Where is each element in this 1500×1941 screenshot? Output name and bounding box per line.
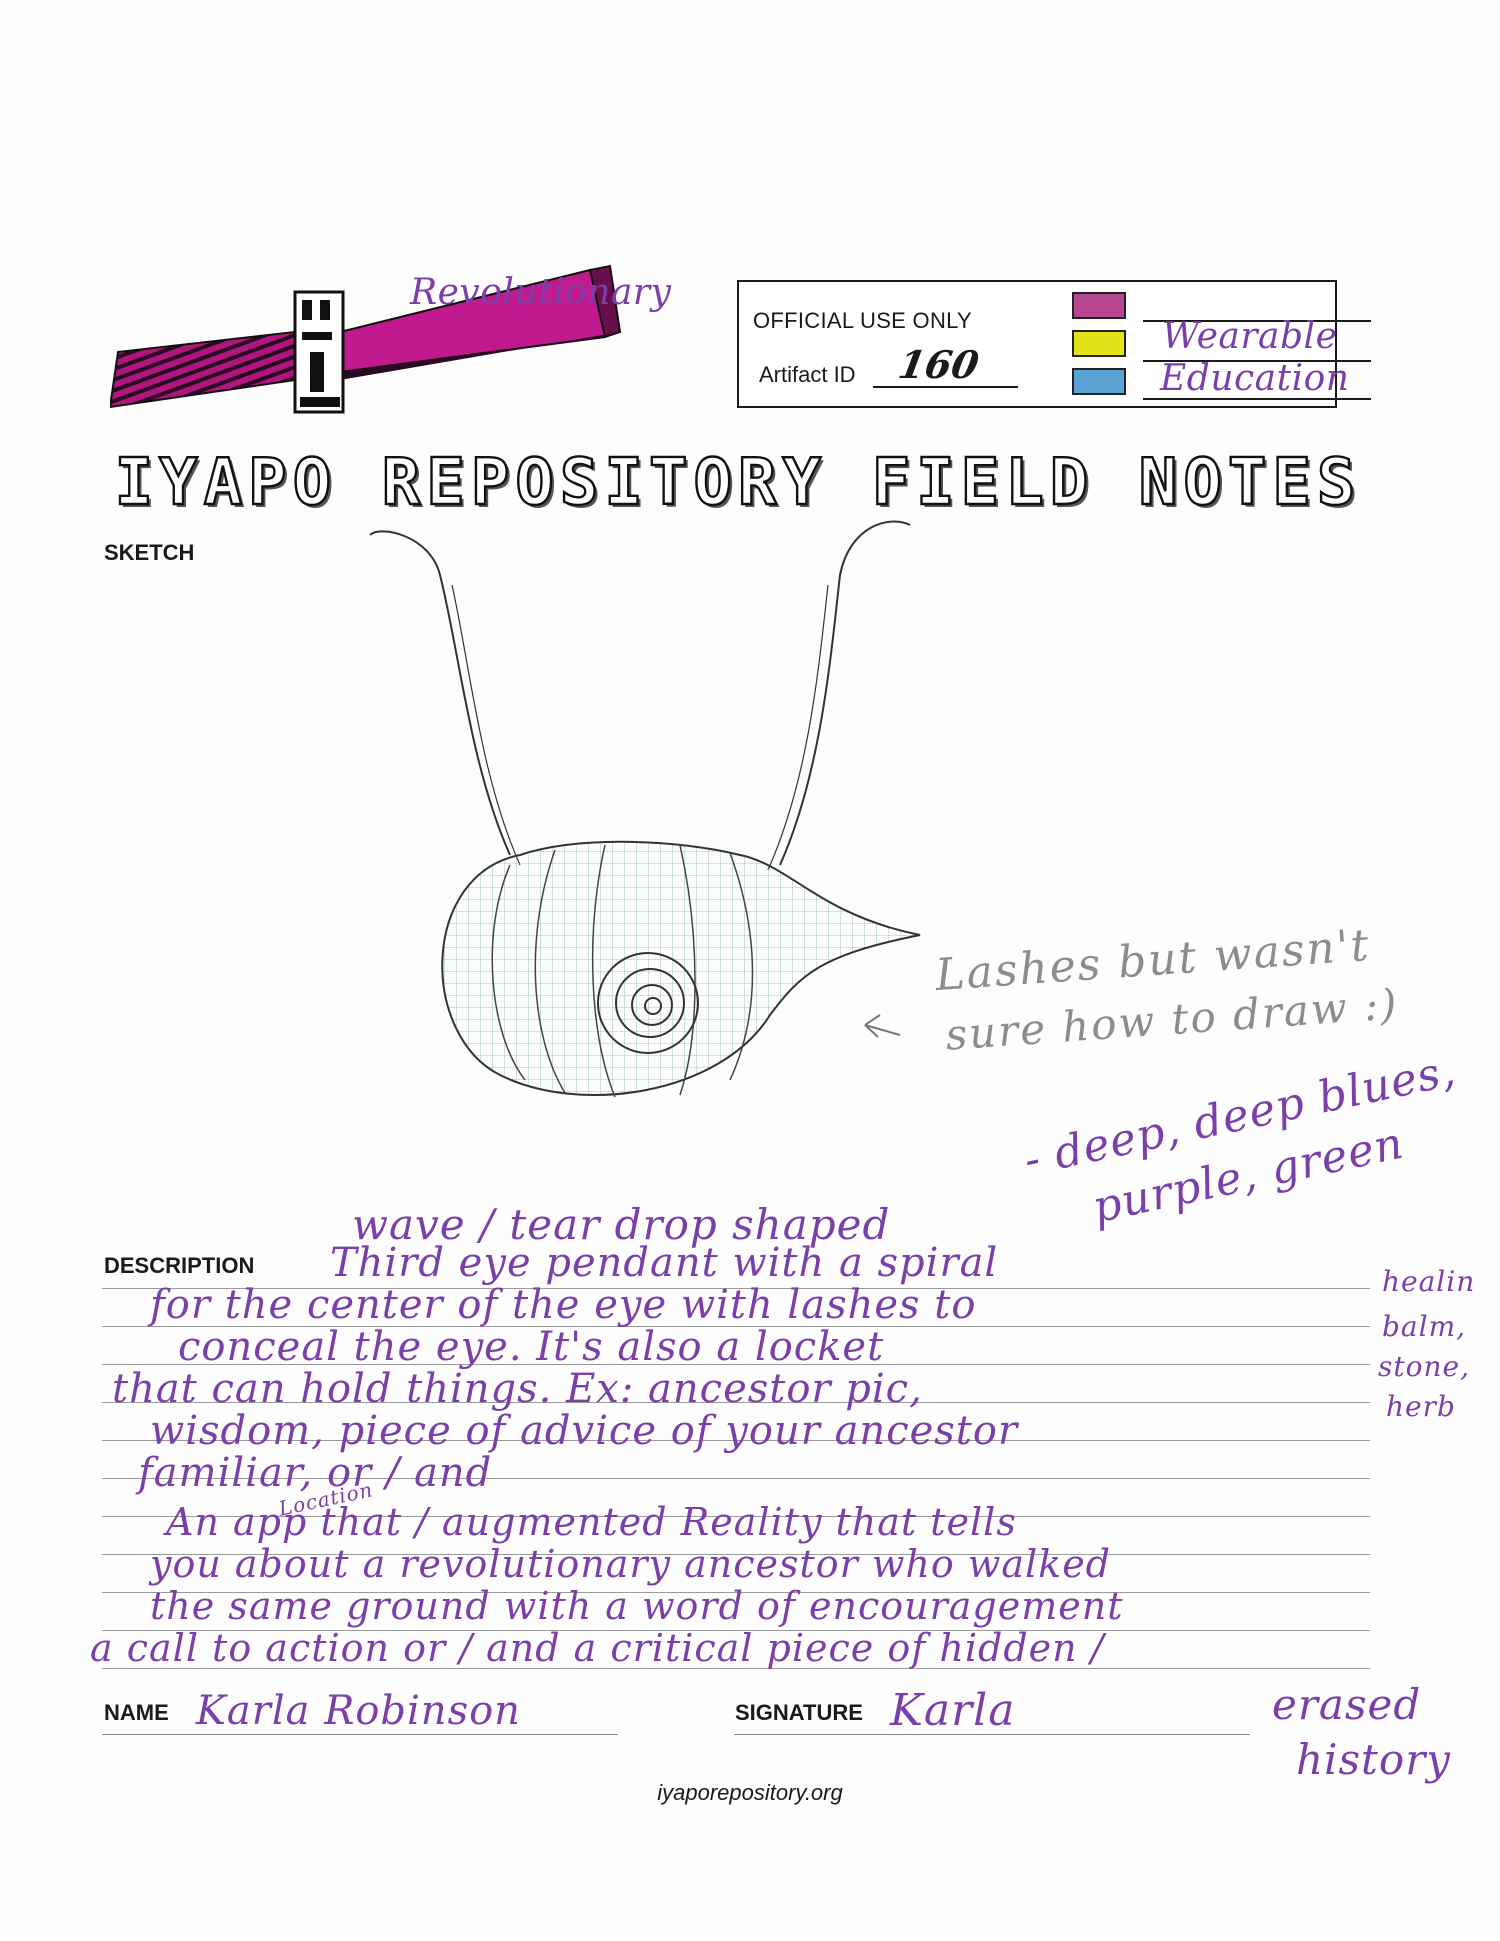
category-education: Education bbox=[1160, 358, 1350, 399]
category-revolutionary: Revolutionary bbox=[410, 272, 672, 313]
description-line: wisdom, piece of advice of your ancestor bbox=[150, 1408, 1019, 1454]
description-heading: DESCRIPTION bbox=[104, 1253, 255, 1278]
description-line: conceal the eye. It's also a locket bbox=[178, 1324, 885, 1370]
wearable-swatch bbox=[1072, 330, 1126, 357]
footer-url: iyaporepository.org bbox=[657, 1780, 843, 1805]
page-title: IYAPO REPOSITORY FIELD NOTES bbox=[113, 445, 1362, 521]
official-use-label: OFFICIAL USE ONLY bbox=[753, 308, 973, 333]
eye-pendant-sketch bbox=[369, 520, 921, 1098]
name-value: Karla Robinson bbox=[196, 1688, 521, 1734]
description-line: the same ground with a word of encourage… bbox=[150, 1584, 1124, 1628]
revolutionary-swatch bbox=[1072, 292, 1126, 319]
education-swatch bbox=[1072, 368, 1126, 395]
description-line: that can hold things. Ex: ancestor pic, bbox=[112, 1366, 923, 1412]
description-line: a call to action or / and a critical pie… bbox=[90, 1626, 1105, 1670]
category-education-line bbox=[1143, 398, 1371, 400]
side-note: stone, bbox=[1378, 1350, 1470, 1383]
side-note: herb bbox=[1386, 1390, 1456, 1423]
description-line: you about a revolutionary ancestor who w… bbox=[150, 1542, 1112, 1586]
signature-value: Karla bbox=[890, 1685, 1016, 1736]
description-line: for the center of the eye with lashes to bbox=[150, 1282, 977, 1328]
artifact-id-value: 160 bbox=[895, 342, 983, 387]
side-note: healin bbox=[1382, 1265, 1476, 1298]
sketch-heading: SKETCH bbox=[104, 540, 195, 565]
trailing-note: history bbox=[1296, 1735, 1452, 1784]
description-line: An app that / augmented Reality that tel… bbox=[166, 1500, 1017, 1544]
category-wearable: Wearable bbox=[1162, 316, 1338, 357]
name-label: NAME bbox=[104, 1700, 169, 1725]
description-line: Third eye pendant with a spiral bbox=[330, 1240, 999, 1286]
name-line bbox=[102, 1734, 618, 1735]
artifact-id-label: Artifact ID bbox=[759, 362, 856, 387]
side-note: balm, bbox=[1382, 1310, 1467, 1343]
trailing-note: erased bbox=[1272, 1680, 1422, 1729]
signature-label: SIGNATURE bbox=[735, 1700, 863, 1725]
